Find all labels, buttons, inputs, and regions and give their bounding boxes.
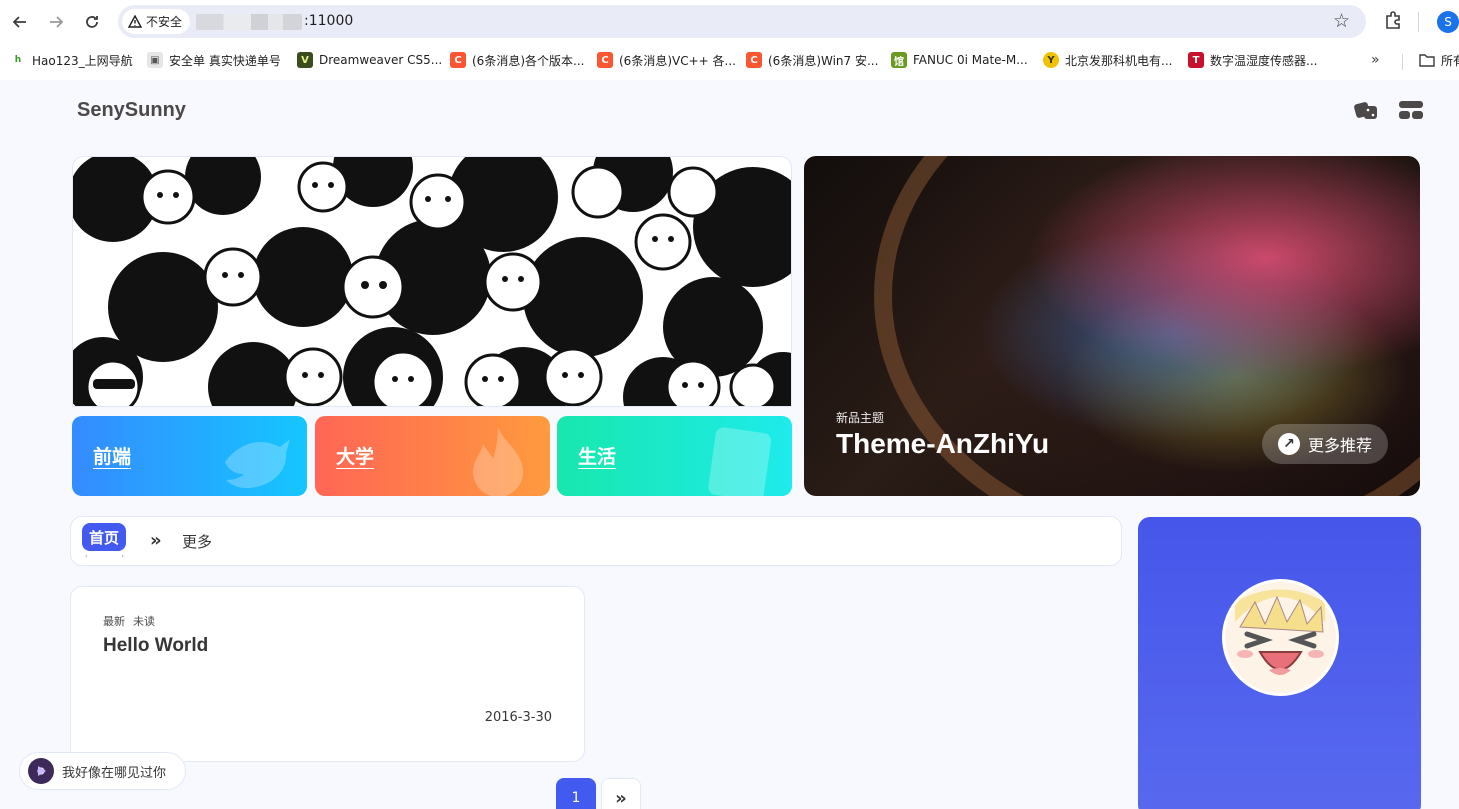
category-label: 大学: [336, 446, 375, 468]
random-post-dice-icon[interactable]: [1353, 98, 1379, 122]
bookmark-label: (6条消息)Win7 安...: [768, 53, 879, 68]
browser-toolbar: 不安全 :11000 ☆ S: [0, 0, 1459, 44]
category-more-link[interactable]: 更多: [182, 531, 212, 552]
bookmarks-divider: [1402, 54, 1403, 70]
security-chip[interactable]: 不安全: [122, 9, 191, 34]
bookmark-label: 北京发那科机电有...: [1065, 53, 1173, 68]
post-tag-new: 最新: [103, 615, 125, 628]
url-text: :11000: [304, 13, 354, 29]
category-label: 生活: [578, 446, 617, 468]
next-page-button[interactable]: »: [601, 778, 641, 809]
all-bookmarks-label: 所有: [1441, 53, 1459, 68]
bookmark-item[interactable]: Y 北京发那科机电有...: [1043, 50, 1172, 70]
all-bookmarks-button[interactable]: 所有: [1419, 50, 1459, 70]
hao123-icon: h: [10, 52, 26, 68]
category-bar: 首页 ‹› » 更多: [70, 516, 1122, 566]
post-title[interactable]: Hello World: [103, 635, 208, 657]
play-icon: [38, 766, 46, 776]
arrow-left-icon: [12, 16, 26, 28]
book-icon: [708, 427, 772, 496]
bookmark-label: 数字温湿度传感器...: [1210, 53, 1318, 68]
csdn-icon: C: [746, 52, 762, 68]
post-meta: 最新 未读: [103, 613, 155, 629]
bookmark-label: FANUC 0i Mate-M...: [913, 53, 1028, 67]
laughing-anime-avatar: [1225, 582, 1336, 693]
music-disc-icon[interactable]: [28, 758, 54, 784]
category-button-life[interactable]: 生活: [557, 416, 792, 496]
bookmark-label: Hao123_上网导航: [32, 53, 133, 68]
bookmark-item[interactable]: ▣ 安全单 真实快递单号: [147, 50, 281, 70]
featured-theme-banner[interactable]: 新品主题 Theme-AnZhiYu ↗ 更多推荐: [804, 156, 1420, 496]
category-label: 前端: [93, 446, 132, 468]
package-icon: ▣: [147, 52, 163, 68]
bookmarks-overflow-button[interactable]: »: [1371, 52, 1380, 68]
bookmark-item[interactable]: T 数字温湿度传感器...: [1188, 50, 1317, 70]
featured-title[interactable]: Theme-AnZhiYu: [836, 428, 1049, 460]
avatar[interactable]: [1222, 579, 1339, 696]
browser-chrome: 不安全 :11000 ☆ S h Hao123_上网导航 ▣ 安全单 真实快递单…: [0, 0, 1459, 80]
category-button-university[interactable]: 大学: [315, 416, 550, 496]
bookmark-label: (6条消息)各个版本...: [472, 53, 585, 68]
bookmark-item[interactable]: C (6条消息)VC++ 各...: [597, 50, 736, 70]
menu-grid-icon[interactable]: [1398, 98, 1424, 122]
more-recommendations-button[interactable]: ↗ 更多推荐: [1262, 424, 1388, 464]
extensions-icon[interactable]: [1383, 10, 1403, 30]
bookmarks-bar: h Hao123_上网导航 ▣ 安全单 真实快递单号 V Dreamweaver…: [0, 46, 1459, 74]
post-tag-unread: 未读: [133, 615, 155, 628]
featured-tag: 新品主题: [836, 411, 885, 425]
post-card[interactable]: 最新 未读 Hello World 2016-3-30: [70, 586, 585, 762]
bookmark-star-icon[interactable]: ☆: [1333, 10, 1350, 32]
security-label: 不安全: [146, 15, 183, 29]
forward-button[interactable]: [44, 10, 68, 34]
arrow-right-icon: [50, 16, 64, 28]
reload-button[interactable]: [80, 10, 104, 34]
t-icon: T: [1188, 52, 1204, 68]
bookmark-item[interactable]: C (6条消息)Win7 安...: [746, 50, 878, 70]
fire-icon: [473, 427, 523, 496]
warning-icon: [128, 14, 142, 28]
category-home-tab[interactable]: 首页: [82, 523, 127, 551]
bookmark-item[interactable]: 馆 FANUC 0i Mate-M...: [891, 50, 1028, 70]
fanuc-icon: 馆: [891, 52, 907, 68]
scroll-indicator: ‹›: [85, 553, 158, 560]
folder-icon: [1419, 54, 1435, 67]
back-button[interactable]: [8, 10, 32, 34]
reload-icon: [86, 16, 98, 28]
bookmark-label: (6条消息)VC++ 各...: [619, 53, 736, 68]
arrow-up-right-icon: ↗: [1278, 433, 1300, 455]
music-player[interactable]: 我好像在哪见过你: [19, 752, 186, 790]
page-current[interactable]: 1: [556, 778, 596, 809]
bird-icon: [225, 439, 290, 488]
post-date: 2016-3-30: [484, 710, 552, 725]
bookmark-item[interactable]: C (6条消息)各个版本...: [450, 50, 584, 70]
category-button-frontend[interactable]: 前端: [72, 416, 307, 496]
banner-illustration: [72, 156, 792, 407]
music-title: 我好像在哪见过你: [62, 765, 167, 781]
csdn-icon: C: [597, 52, 613, 68]
bookmark-label: 安全单 真实快递单号: [169, 53, 281, 68]
author-card: [1138, 517, 1421, 809]
more-recommendations-label: 更多推荐: [1308, 436, 1373, 455]
crowd-illustration: [73, 157, 791, 406]
profile-avatar[interactable]: S: [1437, 11, 1459, 33]
bookmark-item[interactable]: V Dreamweaver CS5...: [297, 50, 442, 70]
dreamweaver-icon: V: [297, 52, 313, 68]
double-chevron-right-icon[interactable]: »: [150, 530, 162, 551]
bookmark-item[interactable]: h Hao123_上网导航: [10, 50, 133, 70]
url-redacted: [196, 14, 302, 30]
bookmark-label: Dreamweaver CS5...: [319, 53, 443, 67]
toolbar-divider: [1418, 12, 1419, 32]
csdn-icon: C: [450, 52, 466, 68]
address-bar[interactable]: 不安全 :11000: [118, 5, 1366, 38]
fanuc-logo-icon: Y: [1043, 52, 1059, 68]
site-title[interactable]: SenySunny: [77, 99, 186, 122]
